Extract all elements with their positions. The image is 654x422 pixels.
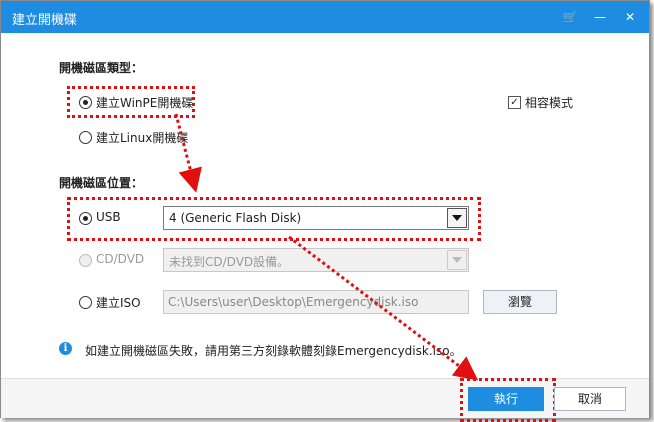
create-boot-disk-dialog: 建立開機碟 🛒 — ✕ 開機磁區類型： 建立WinPE開機碟 建立Linux開機… — [0, 0, 650, 422]
arrow-to-execute — [288, 235, 479, 381]
annotation-arrows — [174, 113, 479, 381]
arrow-to-usb — [174, 113, 202, 193]
